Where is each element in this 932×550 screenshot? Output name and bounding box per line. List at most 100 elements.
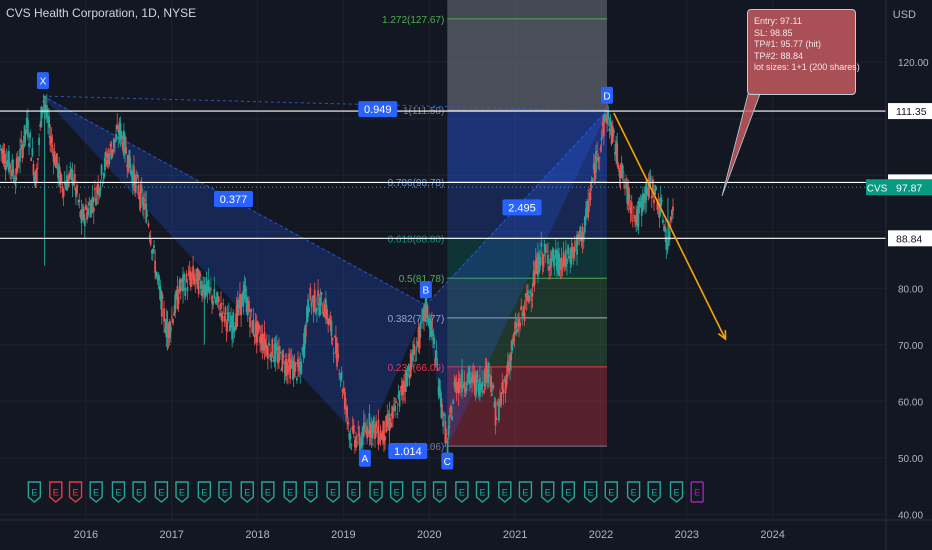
candle-body bbox=[447, 426, 450, 436]
earnings-marker-label: E bbox=[459, 488, 465, 498]
candle-body bbox=[112, 138, 115, 149]
pattern-point-a: A bbox=[362, 454, 369, 465]
pattern-point-x: X bbox=[40, 77, 47, 88]
candle-body bbox=[282, 355, 285, 358]
time-axis-tick: 2017 bbox=[159, 529, 183, 541]
candle-body bbox=[154, 260, 157, 273]
candle-body bbox=[115, 133, 117, 141]
candle-body bbox=[630, 202, 633, 213]
candle-body bbox=[650, 195, 653, 199]
candle-body bbox=[183, 273, 186, 281]
candle-body bbox=[160, 291, 163, 317]
candle-body bbox=[266, 346, 269, 359]
earnings-marker-label: E bbox=[565, 488, 571, 498]
candle-body bbox=[50, 136, 53, 144]
candle-body bbox=[406, 373, 409, 387]
candle-body bbox=[530, 299, 533, 301]
earnings-marker-label: E bbox=[694, 488, 700, 498]
fib-level-label: 1.272(127.67) bbox=[382, 15, 444, 26]
candle-body bbox=[367, 434, 370, 436]
candle-body bbox=[32, 164, 35, 176]
candle-body bbox=[309, 287, 312, 300]
callout-line-entry: Entry: 97.11 bbox=[754, 16, 802, 26]
candle-body bbox=[304, 325, 307, 337]
earnings-marker-label: E bbox=[158, 488, 164, 498]
candle-body bbox=[452, 400, 455, 404]
candle-body bbox=[394, 405, 396, 412]
candle-body bbox=[415, 346, 418, 351]
candle-body bbox=[441, 403, 443, 419]
candle-body bbox=[442, 420, 444, 427]
candle-body bbox=[300, 361, 303, 374]
trade-note-callout[interactable]: Entry: 97.11 SL: 98.85 TP#1: 95.77 (hit)… bbox=[747, 9, 860, 95]
candle-body bbox=[550, 257, 553, 266]
candle-body bbox=[529, 291, 532, 294]
candle-body bbox=[669, 216, 672, 221]
candle-body bbox=[490, 375, 492, 392]
candle-body bbox=[342, 388, 345, 393]
earnings-marker-label: E bbox=[287, 488, 293, 498]
earnings-marker-label: E bbox=[394, 488, 400, 498]
candle-body bbox=[455, 382, 458, 394]
candle-body bbox=[653, 199, 655, 204]
candle-body bbox=[413, 344, 415, 355]
candle-body bbox=[481, 381, 484, 390]
candle-body bbox=[625, 178, 628, 180]
earnings-marker-label: E bbox=[545, 488, 551, 498]
candle-body bbox=[3, 150, 6, 164]
candle-body bbox=[85, 204, 87, 210]
candle-body bbox=[157, 276, 160, 281]
candle-body bbox=[362, 422, 365, 436]
candle-body bbox=[519, 322, 521, 327]
candle-body bbox=[607, 111, 610, 120]
earnings-marker-label: E bbox=[588, 488, 594, 498]
candle-body bbox=[377, 419, 380, 444]
candle-body bbox=[662, 219, 664, 223]
candle-body bbox=[356, 441, 359, 443]
candle-body bbox=[227, 312, 230, 314]
candle-body bbox=[41, 107, 44, 111]
candle-body bbox=[281, 351, 284, 371]
candle-body bbox=[396, 413, 399, 415]
candle-body bbox=[252, 319, 255, 335]
candle-body bbox=[125, 147, 128, 154]
earnings-marker-label: E bbox=[136, 488, 142, 498]
candle-body bbox=[573, 246, 576, 253]
candle-body bbox=[247, 300, 250, 312]
fib-zone bbox=[447, 0, 607, 19]
candle-body bbox=[31, 148, 34, 156]
candle-body bbox=[310, 302, 313, 307]
candle-body bbox=[343, 391, 346, 409]
earnings-marker-label: E bbox=[651, 488, 657, 498]
earnings-marker-label: E bbox=[522, 488, 528, 498]
candle-body bbox=[443, 413, 446, 416]
candle-body bbox=[561, 269, 564, 271]
candle-body bbox=[395, 401, 398, 403]
candle-body bbox=[552, 249, 555, 263]
candle-body bbox=[553, 262, 556, 266]
candle-body bbox=[366, 426, 369, 439]
candle-body bbox=[30, 157, 33, 161]
candle-body bbox=[357, 427, 360, 429]
candle-body bbox=[287, 365, 289, 375]
candle-body bbox=[599, 148, 602, 150]
candle-body bbox=[18, 166, 20, 168]
candle-body bbox=[73, 174, 76, 182]
candle-body bbox=[102, 173, 105, 179]
candle-body bbox=[220, 302, 222, 310]
candle-body bbox=[547, 254, 549, 265]
candle-body bbox=[451, 416, 453, 421]
candle-body bbox=[590, 185, 593, 187]
candle-body bbox=[520, 306, 523, 311]
earnings-marker-label: E bbox=[265, 488, 271, 498]
candle-body bbox=[95, 197, 97, 206]
candle-body bbox=[378, 440, 381, 443]
candle-body bbox=[48, 116, 51, 128]
candle-body bbox=[468, 371, 471, 385]
candle-body bbox=[275, 346, 278, 351]
candle-body bbox=[147, 223, 150, 227]
candle-body bbox=[628, 194, 631, 200]
earnings-marker-label: E bbox=[308, 488, 314, 498]
candle-body bbox=[432, 329, 434, 337]
candle-body bbox=[14, 176, 17, 186]
